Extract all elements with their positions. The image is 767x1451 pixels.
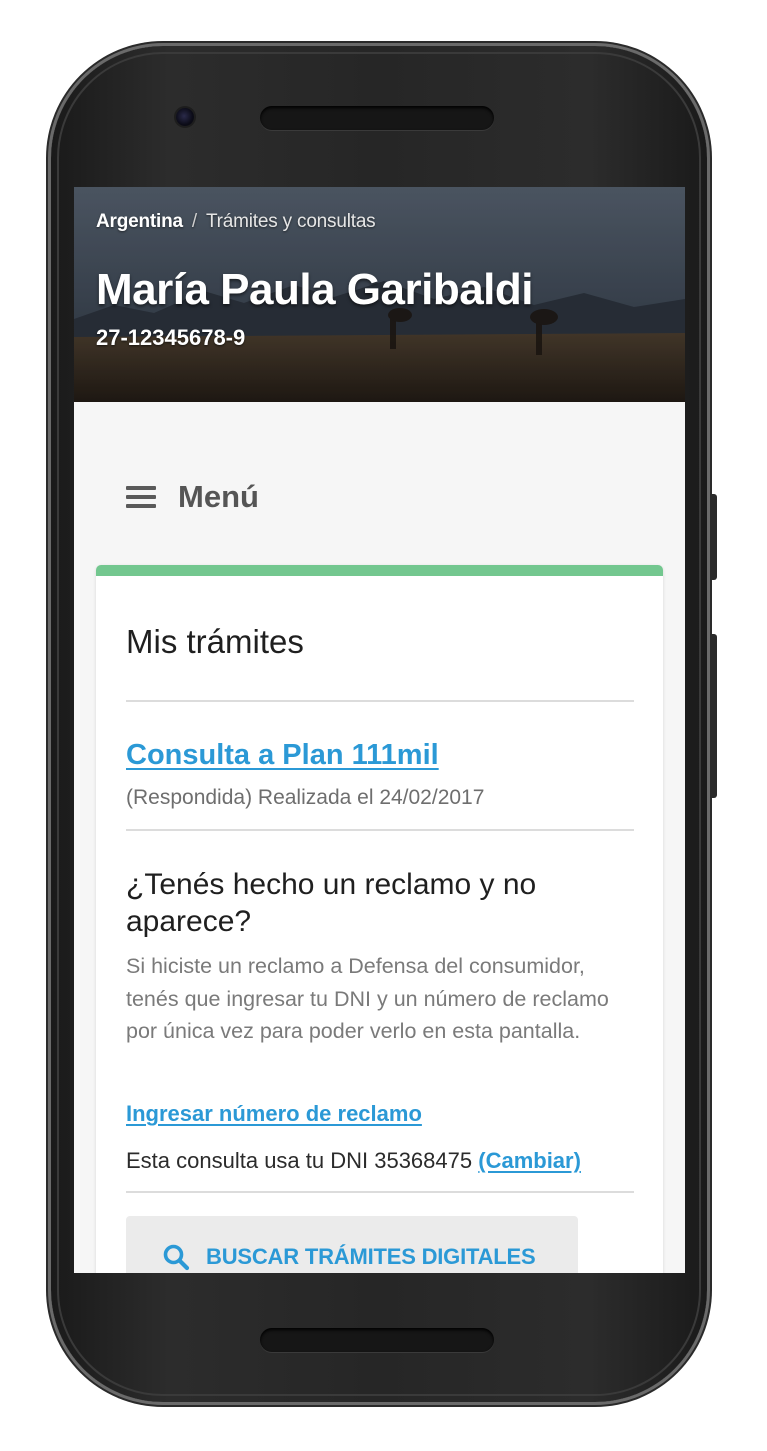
dni-text: Esta consulta usa tu DNI 35368475 (126, 1148, 473, 1173)
divider (126, 700, 634, 702)
tramite-link[interactable]: Consulta a Plan 111mil (126, 739, 439, 772)
cambiar-dni-link[interactable]: (Cambiar) (478, 1148, 581, 1173)
power-button (711, 494, 717, 580)
breadcrumb-current: Trámites y consultas (205, 211, 376, 232)
reclamo-question: ¿Tenés hecho un reclamo y no aparece? (126, 868, 537, 938)
search-icon (163, 1244, 190, 1271)
user-name: María Paula Garibaldi (96, 265, 534, 314)
menu-toggle[interactable]: Menú (126, 479, 259, 515)
front-camera (176, 108, 194, 126)
breadcrumb-separator: / (191, 211, 197, 232)
breadcrumb-home[interactable]: Argentina (96, 211, 183, 232)
buscar-tramites-button[interactable]: BUSCAR TRÁMITES DIGITALES (126, 1216, 578, 1273)
hamburger-icon (126, 486, 156, 508)
dni-line: Esta consulta usa tu DNI 35368475 (Cambi… (126, 1148, 581, 1174)
menu-label: Menú (178, 479, 259, 514)
bottom-speaker (260, 1328, 494, 1352)
card-title: Mis trámites (126, 623, 304, 660)
mis-tramites-card: Mis trámites Consulta a Plan 111mil (Res… (96, 565, 663, 1273)
user-cuil: 27-12345678-9 (96, 325, 246, 350)
top-speaker (260, 106, 494, 130)
volume-button (711, 634, 717, 798)
reclamo-description: Si hiciste un reclamo a Defensa del cons… (126, 954, 609, 1043)
buscar-tramites-label: BUSCAR TRÁMITES DIGITALES (206, 1244, 536, 1269)
profile-header: Argentina / Trámites y consultas María Pau… (74, 187, 685, 402)
phone-screen: Argentina / Trámites y consultas María Pau… (74, 187, 685, 1273)
ingresar-reclamo-link[interactable]: Ingresar número de reclamo (126, 1101, 422, 1127)
divider (126, 829, 634, 831)
breadcrumb: Argentina / Trámites y consultas (96, 211, 376, 233)
tramite-status: (Respondida) Realizada el 24/02/2017 (126, 786, 485, 809)
divider (126, 1191, 634, 1193)
